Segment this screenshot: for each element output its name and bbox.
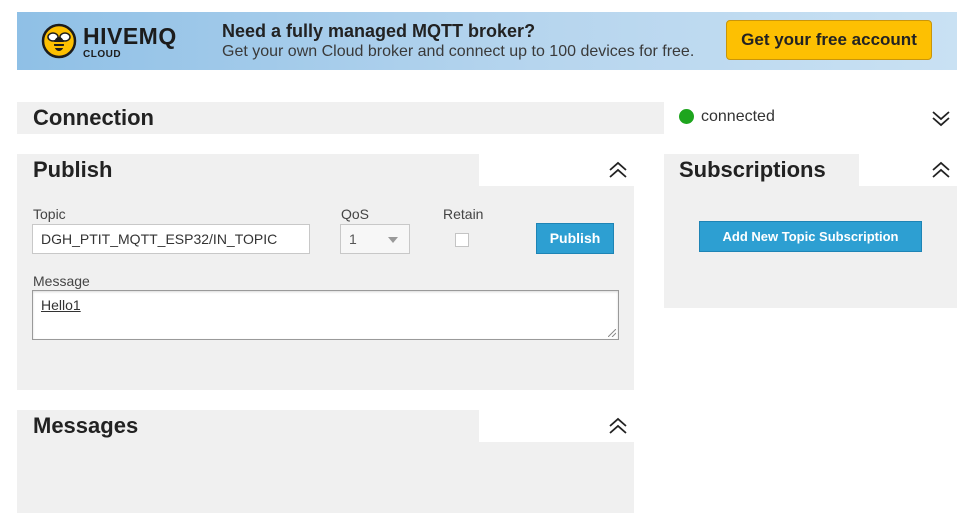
add-topic-subscription-button[interactable]: Add New Topic Subscription: [699, 221, 922, 252]
banner-subline: Get your own Cloud broker and connect up…: [222, 43, 695, 60]
subscriptions-title: Subscriptions: [679, 157, 826, 182]
topic-input[interactable]: DGH_PTIT_MQTT_ESP32/IN_TOPIC: [32, 224, 310, 254]
message-textarea[interactable]: Hello1: [32, 290, 619, 340]
publish-button[interactable]: Publish: [536, 223, 614, 254]
topic-label: Topic: [33, 206, 66, 222]
chevron-double-up-icon[interactable]: [608, 160, 628, 180]
get-free-account-button[interactable]: Get your free account: [726, 20, 932, 60]
banner-headline: Need a fully managed MQTT broker?: [222, 21, 536, 41]
qos-label: QoS: [341, 206, 370, 222]
connection-status: connected: [701, 108, 775, 125]
chevron-double-down-icon[interactable]: [931, 108, 951, 128]
logo-subtitle: CLOUD: [83, 49, 122, 60]
hivemq-logo[interactable]: HIVEMQ CLOUD: [41, 21, 191, 61]
publish-title: Publish: [33, 157, 113, 182]
connection-title: Connection: [33, 105, 154, 130]
publish-panel: [17, 154, 634, 390]
chevron-double-up-icon[interactable]: [931, 160, 951, 180]
qos-value: 1: [349, 231, 357, 247]
retain-checkbox[interactable]: [455, 233, 469, 247]
retain-label: Retain: [443, 206, 484, 222]
promo-banner: HIVEMQ CLOUD Need a fully managed MQTT b…: [17, 12, 957, 70]
dropdown-arrow-icon: [388, 237, 398, 243]
logo-wordmark: HIVEMQ: [83, 23, 177, 49]
chevron-double-up-icon[interactable]: [608, 416, 628, 436]
hivemq-bee-icon: [41, 23, 77, 59]
connection-status-icon: [679, 109, 694, 124]
message-label: Message: [33, 273, 90, 289]
message-value: Hello1: [41, 297, 81, 313]
resize-handle-icon[interactable]: [608, 329, 616, 337]
messages-title: Messages: [33, 413, 139, 438]
qos-select[interactable]: 1: [340, 224, 410, 254]
